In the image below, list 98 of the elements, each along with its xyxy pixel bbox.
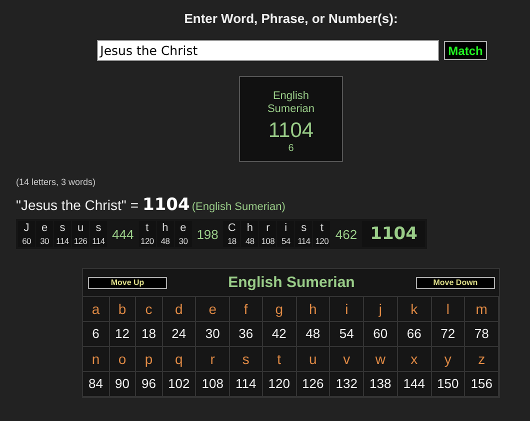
letter-value: 120: [315, 235, 329, 247]
letter-cell: k: [398, 297, 432, 322]
letter-cell: e: [196, 297, 230, 322]
prompt-label: Enter Word, Phrase, or Number(s):: [184, 11, 398, 26]
letter-cell: u: [77, 221, 84, 235]
value-cell: 6: [83, 322, 110, 347]
letter-cell: h: [296, 297, 330, 322]
letter-cell: C: [228, 221, 236, 235]
value-cell: 150: [432, 372, 466, 397]
total-value: 1104: [268, 120, 314, 142]
letter-value: 120: [140, 235, 154, 247]
grand-total: 1104: [362, 221, 426, 247]
value-cell: 36: [230, 322, 263, 347]
letter-cell: a: [83, 297, 110, 322]
letter-cell: x: [398, 347, 432, 372]
value-cell: 138: [364, 372, 398, 397]
cipher-name: English Sumerian: [266, 90, 316, 116]
equals-sign: =: [130, 197, 138, 213]
letter-cell: f: [230, 297, 263, 322]
letter-cell: t: [146, 221, 149, 235]
value-cell: 12: [110, 322, 136, 347]
value-cell: 120: [262, 372, 296, 397]
letter-cell: i: [330, 297, 364, 322]
letter-value: 48: [245, 235, 254, 247]
letter-value: 30: [40, 235, 49, 247]
letter-cell: u: [296, 347, 330, 372]
letter-cell: t: [262, 347, 296, 372]
letter-cell: J: [24, 221, 30, 235]
letter-cell: v: [330, 347, 364, 372]
move-up-button[interactable]: Move Up: [88, 276, 167, 288]
value-cell: 24: [162, 322, 196, 347]
letter-value: 18: [227, 235, 236, 247]
value-cell: 72: [432, 322, 466, 347]
letter-value: 114: [298, 235, 310, 247]
value-cell: 54: [330, 322, 364, 347]
letter-cell: s: [96, 221, 102, 235]
value-cell: 96: [136, 372, 162, 397]
value-cell: 42: [262, 322, 296, 347]
word-total: 198: [196, 226, 220, 244]
value-cell: 156: [465, 372, 499, 397]
letter-cell: d: [162, 297, 196, 322]
letter-cell: s: [60, 221, 66, 235]
letter-cell: r: [266, 221, 270, 235]
letter-cell: c: [136, 297, 162, 322]
letter-cell: e: [41, 221, 48, 235]
letter-cell: n: [83, 347, 110, 372]
value-cell: 84: [83, 372, 110, 397]
letter-cell: b: [110, 297, 136, 322]
move-down-button[interactable]: Move Down: [416, 276, 495, 288]
letter-cell: t: [320, 221, 324, 235]
letter-cell: g: [262, 297, 296, 322]
letter-value: 114: [92, 235, 105, 247]
cipher-title: English Sumerian: [228, 274, 355, 291]
letter-cell: s: [301, 221, 307, 235]
word-total: 462: [334, 226, 358, 244]
letter-value: 114: [56, 235, 69, 247]
value-cell: 144: [398, 372, 432, 397]
letter-cell: y: [432, 347, 466, 372]
letter-value: 60: [22, 235, 31, 247]
letter-value: 126: [74, 235, 88, 247]
reduction-value: 6: [288, 143, 294, 154]
value-cell: 48: [296, 322, 330, 347]
letter-cell: q: [162, 347, 196, 372]
letter-cell: z: [465, 347, 499, 372]
letter-cell: h: [162, 221, 168, 235]
value-cell: 60: [364, 322, 398, 347]
letter-cell: s: [230, 347, 263, 372]
letter-cell: e: [180, 221, 186, 235]
value-cell: 66: [398, 322, 432, 347]
letter-value: 48: [160, 235, 170, 247]
letter-cell: j: [364, 297, 398, 322]
match-button[interactable]: Match: [444, 41, 487, 60]
value-cell: 30: [196, 322, 230, 347]
phrase-text: "Jesus the Christ": [16, 197, 126, 213]
letter-value: 30: [178, 235, 188, 247]
letter-cell: w: [364, 347, 398, 372]
letter-value: 54: [281, 235, 290, 247]
letter-cell: o: [110, 347, 136, 372]
phrase-total: 1104: [142, 195, 190, 215]
value-cell: 126: [296, 372, 330, 397]
letter-cell: m: [465, 297, 499, 322]
phrase-input-field[interactable]: Jesus the Christ: [97, 40, 440, 61]
letter-value: 108: [261, 235, 275, 247]
value-cell: 78: [465, 322, 499, 347]
letter-cell: i: [284, 221, 288, 235]
cipher-label: (English Sumerian): [192, 201, 286, 213]
letter-cell: r: [196, 347, 230, 372]
letter-cell: h: [246, 221, 253, 235]
stats-text: (14 letters, 3 words): [16, 177, 97, 187]
value-cell: 18: [136, 322, 162, 347]
word-total: 444: [111, 226, 135, 244]
value-cell: 102: [162, 372, 196, 397]
letter-cell: p: [136, 347, 162, 372]
value-cell: 114: [230, 372, 263, 397]
value-cell: 90: [110, 372, 136, 397]
letter-cell: l: [432, 297, 466, 322]
value-cell: 132: [330, 372, 364, 397]
value-cell: 108: [196, 372, 230, 397]
